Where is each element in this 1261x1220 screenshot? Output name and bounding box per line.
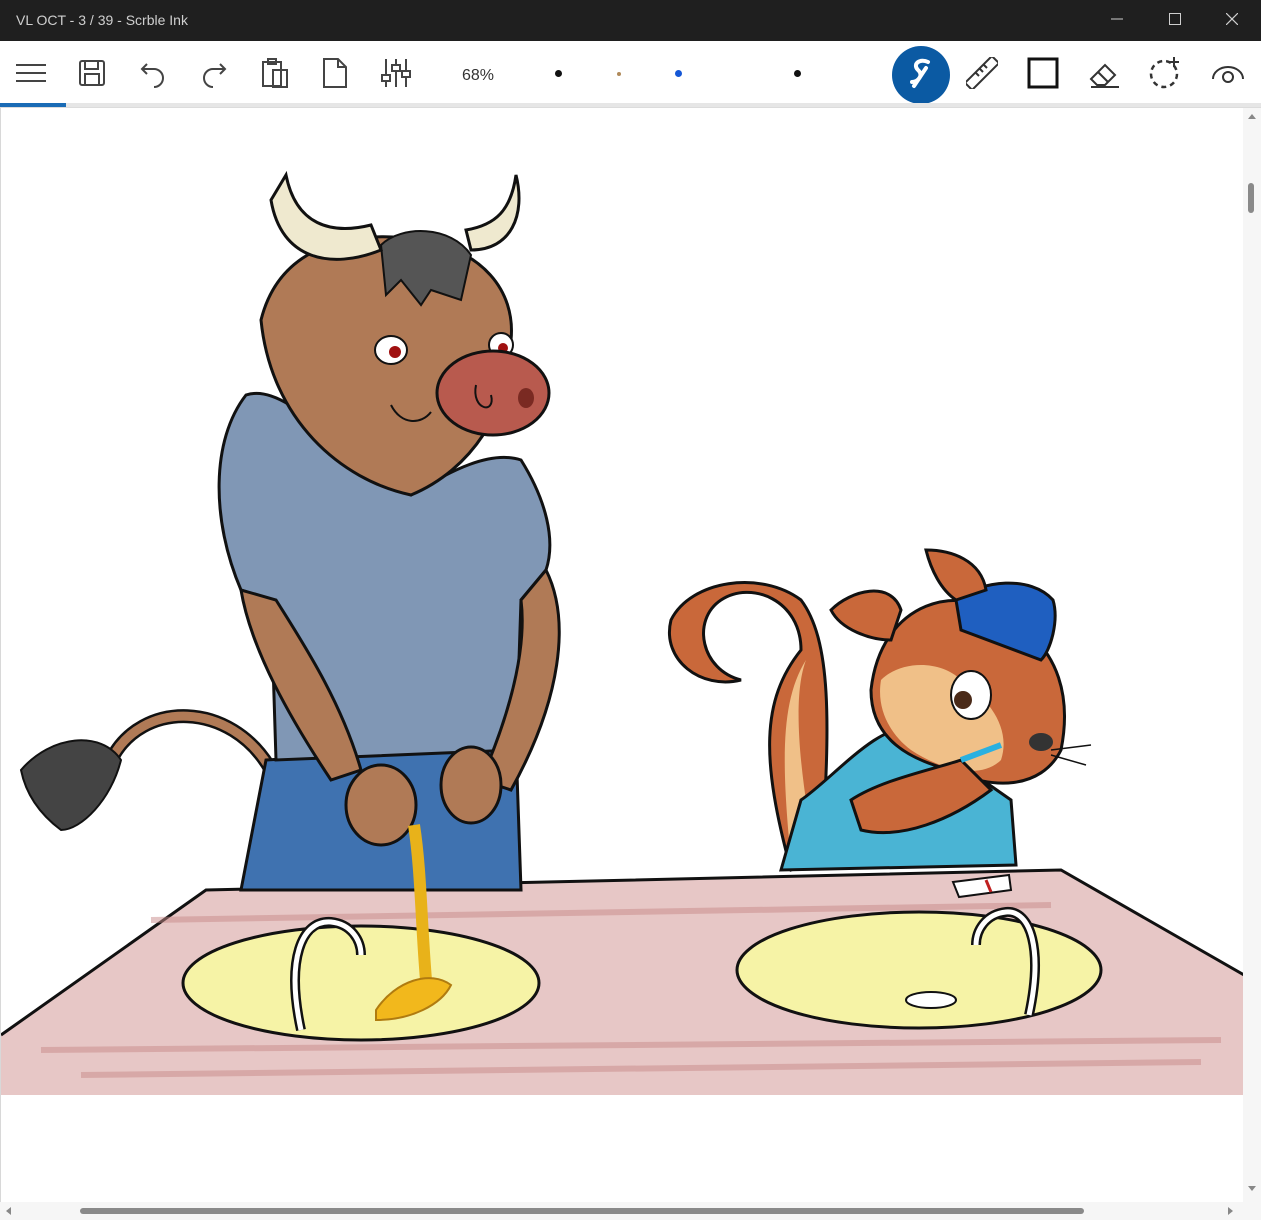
redo-icon (200, 58, 228, 93)
shape-icon (1027, 57, 1059, 94)
close-button[interactable] (1203, 0, 1261, 41)
lasso-select-button[interactable] (1141, 51, 1189, 99)
zoom-level[interactable]: 68% (447, 67, 509, 85)
page-progress-bar (0, 103, 1261, 107)
scrble-pen-icon (906, 56, 936, 95)
eraser-button[interactable] (1080, 51, 1128, 99)
undo-button[interactable] (129, 51, 177, 99)
maximize-button[interactable] (1146, 0, 1204, 41)
scrble-pen-button[interactable] (892, 46, 950, 104)
minimize-button[interactable] (1088, 0, 1146, 41)
toolbar: 68% (0, 41, 1261, 108)
vertical-scrollbar[interactable] (1243, 108, 1261, 1202)
menu-button[interactable] (7, 51, 55, 99)
paste-icon (260, 57, 290, 94)
save-icon (78, 59, 106, 92)
undo-icon (139, 58, 167, 93)
pen-blue[interactable] (675, 70, 682, 77)
page-progress-fill (0, 103, 66, 107)
window-title: VL OCT - 3 / 39 - Scrble Ink (16, 12, 188, 28)
view-button[interactable] (1204, 51, 1252, 99)
minimize-icon (1111, 12, 1123, 30)
menu-icon (15, 62, 47, 89)
scroll-right-icon[interactable] (1228, 1207, 1233, 1215)
eraser-icon (1087, 57, 1121, 94)
scroll-up-icon[interactable] (1248, 114, 1256, 119)
redo-button[interactable] (190, 51, 238, 99)
vertical-scroll-thumb[interactable] (1248, 183, 1254, 213)
pen-black-1[interactable] (555, 70, 562, 77)
lasso-select-icon (1148, 56, 1182, 95)
title-bar: VL OCT - 3 / 39 - Scrble Ink (0, 0, 1261, 41)
settings-sliders-icon (380, 57, 412, 94)
new-page-icon (322, 57, 348, 94)
shape-button[interactable] (1019, 51, 1067, 99)
horizontal-scrollbar[interactable] (0, 1202, 1261, 1220)
ruler-icon (963, 54, 1001, 94)
ruler-button[interactable] (958, 51, 1006, 99)
drawing-canvas[interactable] (0, 108, 1244, 1202)
pen-brown[interactable] (617, 72, 621, 76)
maximize-icon (1169, 12, 1181, 30)
pen-black-2[interactable] (794, 70, 801, 77)
scroll-down-icon[interactable] (1248, 1186, 1256, 1191)
settings-button[interactable] (372, 51, 420, 99)
new-page-button[interactable] (311, 51, 359, 99)
view-icon (1211, 61, 1245, 90)
save-button[interactable] (68, 51, 116, 99)
horizontal-scroll-thumb[interactable] (80, 1208, 1084, 1214)
close-icon (1225, 12, 1239, 30)
cartoon-drawing (1, 170, 1244, 1095)
scroll-left-icon[interactable] (6, 1207, 11, 1215)
paste-button[interactable] (251, 51, 299, 99)
